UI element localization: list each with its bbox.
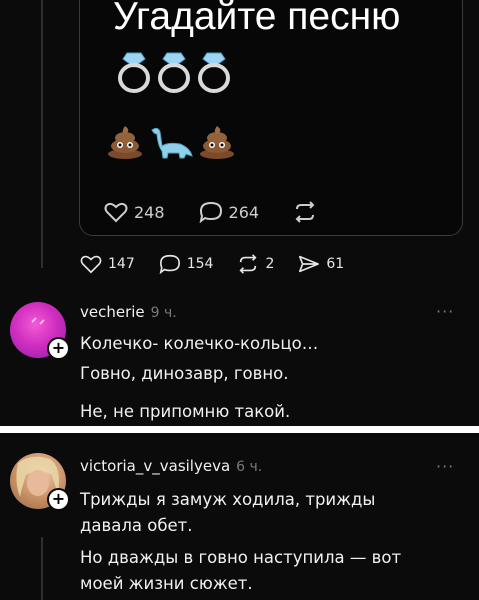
username[interactable]: vecherie	[80, 303, 145, 321]
heart-icon	[80, 255, 102, 274]
like-button[interactable]: 147	[80, 253, 135, 275]
reply-avatar[interactable]: +	[10, 302, 70, 362]
repost-icon	[239, 254, 257, 274]
follow-plus-icon[interactable]: +	[47, 488, 70, 511]
post-stats-row: 147 154 2 61	[80, 253, 368, 275]
repost-icon	[295, 201, 315, 223]
timestamp: 9 ч.	[150, 305, 177, 321]
comment-button[interactable]: 154	[159, 253, 214, 275]
poop-icon	[200, 126, 234, 159]
poop-dino-emoji-row	[106, 124, 236, 160]
thread-line	[41, 0, 43, 268]
repost-count: 2	[265, 256, 275, 272]
thread-line	[41, 537, 43, 600]
ring-icon	[118, 52, 150, 93]
ring-emoji-row	[116, 49, 232, 93]
card-repost-stat[interactable]	[293, 201, 317, 223]
reply-line: Но дважды в говно наступила — вот	[80, 548, 402, 567]
card-like-count: 248	[134, 202, 165, 222]
username[interactable]: victoria_v_vasilyeva	[80, 457, 230, 475]
card-stats-row: 248 264	[104, 201, 317, 223]
card-title: Угадайте песню	[113, 0, 401, 38]
heart-icon	[104, 202, 128, 223]
repost-button[interactable]: 2	[237, 253, 274, 275]
reply-line: Колечко- колечко-кольцо…	[80, 334, 319, 353]
comment-count: 154	[186, 256, 214, 272]
reply-panel: + victoria_v_vasilyeva 6 ч. ··· Трижды я…	[0, 433, 479, 600]
ring-icon	[158, 52, 190, 93]
timestamp: 6 ч.	[236, 459, 263, 475]
share-icon	[299, 255, 320, 273]
quoted-post-card[interactable]: Угадайте песню 248 264	[79, 0, 463, 236]
reply-line: Не, не припомню такой.	[80, 402, 291, 421]
card-comment-count: 264	[228, 202, 260, 222]
ring-icon	[198, 52, 230, 93]
share-count: 61	[326, 256, 345, 272]
thread-panel: Угадайте песню 248 264 147 154 2 61 + ve…	[0, 0, 479, 426]
share-button[interactable]: 61	[298, 253, 344, 275]
reply-header: victoria_v_vasilyeva 6 ч.	[80, 457, 262, 475]
reply-line: Трижды я замуж ходила, трижды	[80, 490, 376, 509]
card-comment-stat[interactable]: 264	[199, 201, 260, 223]
comment-icon	[199, 201, 222, 223]
like-count: 147	[108, 256, 135, 272]
more-options-icon[interactable]: ···	[436, 457, 454, 476]
comment-icon	[159, 254, 180, 275]
reply-line: моей жизни сюжет.	[80, 574, 253, 593]
reply-avatar[interactable]: +	[10, 453, 70, 513]
reply-line: давала обет.	[80, 516, 193, 535]
more-options-icon[interactable]: ···	[436, 302, 454, 321]
card-like-stat[interactable]: 248	[104, 201, 165, 223]
reply-header: vecherie 9 ч.	[80, 303, 177, 321]
follow-plus-icon[interactable]: +	[47, 337, 70, 360]
poop-icon	[108, 126, 142, 159]
dinosaur-icon	[151, 127, 193, 159]
reply-line: Говно, динозавр, говно.	[80, 364, 289, 383]
